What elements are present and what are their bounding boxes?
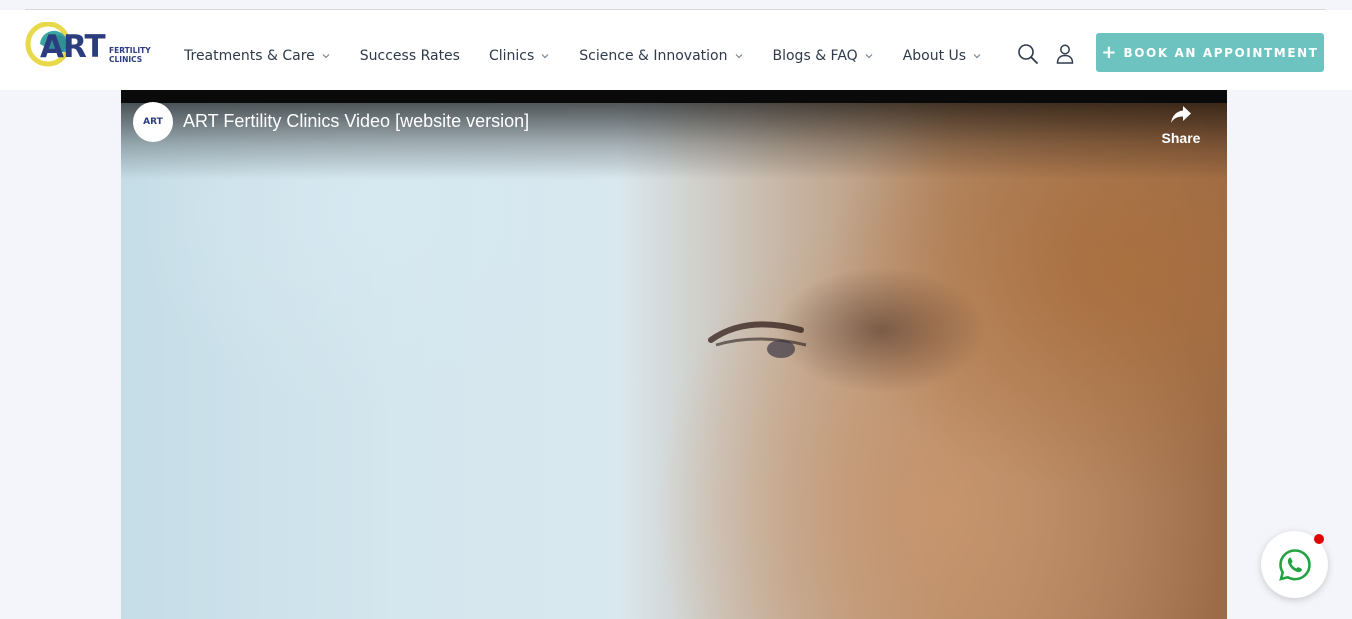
nav-label: Blogs & FAQ: [772, 48, 858, 64]
share-button[interactable]: Share: [1157, 104, 1205, 150]
video-top-gradient: [121, 90, 1227, 180]
channel-avatar-text: ART: [143, 117, 163, 127]
chevron-down-icon: [973, 54, 981, 59]
logo-subtitle: FERTILITY CLINICS: [109, 46, 151, 64]
share-icon: [1171, 106, 1191, 123]
nav-clinics[interactable]: Clinics: [489, 48, 550, 64]
nav-label: Success Rates: [359, 48, 460, 64]
chevron-down-icon: [735, 54, 742, 59]
book-appointment-label: BOOK AN APPOINTMENT: [1123, 45, 1319, 60]
nav-label: Clinics: [488, 48, 535, 64]
channel-avatar[interactable]: ART: [133, 102, 173, 142]
nav-label: About Us: [902, 48, 967, 64]
nav-label: Science & Innovation: [579, 48, 728, 64]
whatsapp-button[interactable]: [1261, 531, 1328, 598]
site-header: ART FERTILITY CLINICS Treatments & Care …: [0, 10, 1352, 90]
nav-blogs-faq[interactable]: Blogs & FAQ: [773, 48, 874, 64]
nav-label: Treatments & Care: [184, 48, 315, 64]
nav-success-rates[interactable]: Success Rates: [360, 48, 460, 64]
notification-dot: [1314, 534, 1324, 544]
logo-wordmark: ART: [40, 29, 106, 65]
search-icon[interactable]: [1016, 42, 1040, 66]
video-letterbox: [121, 90, 1227, 103]
whatsapp-icon: [1278, 548, 1311, 581]
video-player[interactable]: ART ART Fertility Clinics Video [website…: [121, 90, 1227, 619]
chevron-down-icon: [541, 54, 549, 59]
share-label: Share: [1161, 130, 1201, 146]
book-appointment-button[interactable]: + BOOK AN APPOINTMENT: [1096, 33, 1324, 72]
chevron-down-icon: [865, 54, 873, 59]
main-nav: Treatments & Care Success Rates Clinics …: [184, 46, 1011, 66]
logo[interactable]: ART FERTILITY CLINICS: [24, 22, 164, 74]
chevron-down-icon: [322, 54, 330, 59]
logo-sub-line1: FERTILITY: [109, 46, 151, 55]
plus-icon: +: [1101, 42, 1117, 63]
nav-science-innovation[interactable]: Science & Innovation: [579, 48, 743, 64]
nav-about-us[interactable]: About Us: [903, 48, 982, 64]
nav-treatments-care[interactable]: Treatments & Care: [184, 48, 331, 64]
user-icon[interactable]: [1053, 42, 1077, 66]
video-frame-eye: [708, 321, 807, 358]
logo-sub-line2: CLINICS: [109, 55, 143, 64]
video-title[interactable]: ART Fertility Clinics Video [website ver…: [183, 111, 529, 132]
